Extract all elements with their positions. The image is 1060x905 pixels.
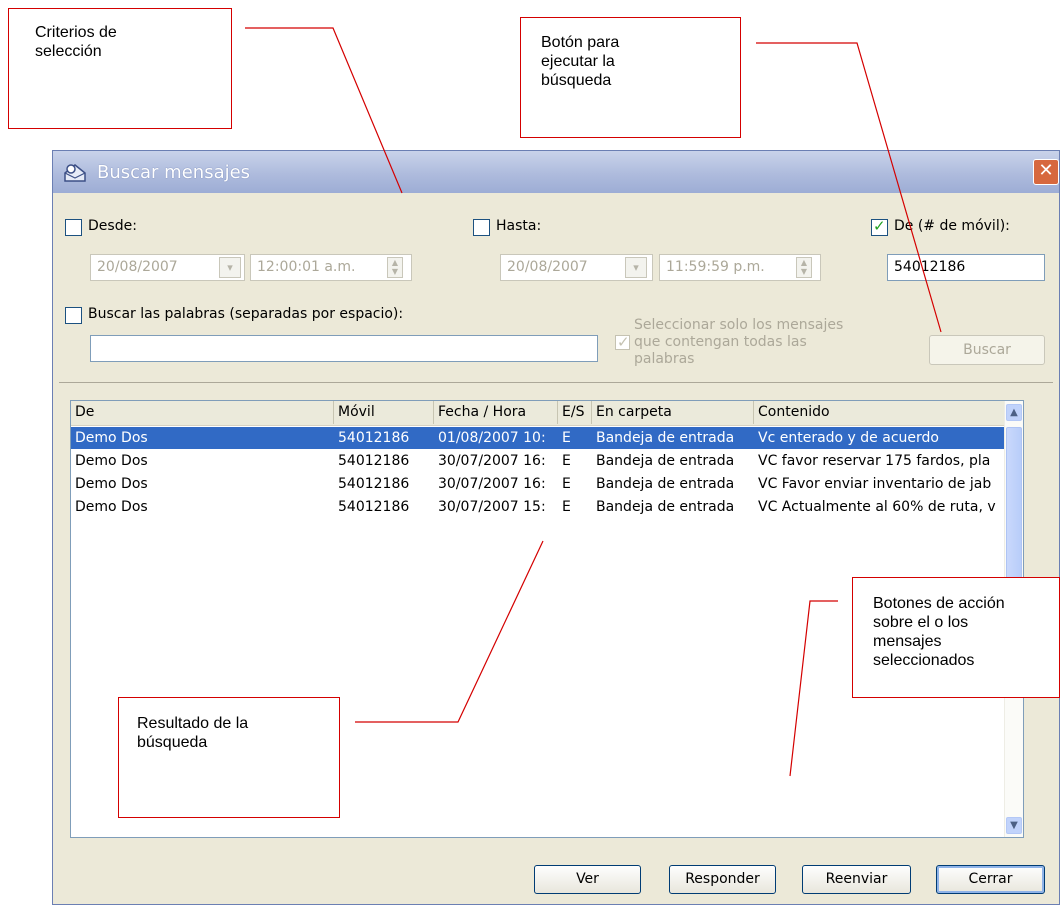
column-header-carpeta[interactable]: En carpeta — [592, 401, 754, 424]
annotation-text: sobre el o los — [873, 614, 969, 631]
scroll-up-icon[interactable]: ▲ — [1006, 404, 1022, 421]
column-header-es[interactable]: E/S — [558, 401, 592, 424]
all-words-label-line3: palabras — [634, 351, 695, 367]
cell-de: Demo Dos — [75, 430, 148, 446]
cell-es: E — [562, 499, 571, 515]
cell-movil: 54012186 — [338, 453, 410, 469]
desde-time-spinner-icon[interactable]: ▲ ▼ — [387, 257, 403, 278]
annotation-text: Botón para — [541, 34, 620, 51]
desde-date-dropdown-icon[interactable]: ▾ — [219, 257, 241, 278]
hasta-label: Hasta: — [496, 218, 542, 234]
cell-de: Demo Dos — [75, 499, 148, 515]
cell-contenido: Vc enterado y de acuerdo — [758, 430, 939, 446]
cell-carpeta: Bandeja de entrada — [596, 430, 735, 446]
scroll-down-icon[interactable]: ▼ — [1006, 817, 1022, 834]
annotation-text: seleccionados — [873, 652, 975, 669]
hasta-checkbox[interactable] — [473, 219, 490, 236]
words-input[interactable] — [90, 335, 598, 362]
cell-fecha: 30/07/2007 16: — [438, 476, 546, 492]
dialog-title: Buscar mensajes — [97, 162, 251, 183]
annotation-text: Criterios de — [35, 24, 117, 41]
cell-contenido: VC Actualmente al 60% de ruta, v — [758, 499, 996, 515]
desde-label: Desde: — [88, 218, 137, 234]
annotation-text: búsqueda — [541, 72, 612, 89]
table-row[interactable]: Demo Dos 54012186 30/07/2007 16: E Bandeja d… — [71, 450, 1005, 472]
de-movil-checkbox[interactable] — [871, 217, 888, 236]
annotation-text: ejecutar la — [541, 53, 615, 70]
cell-fecha: 01/08/2007 10: — [438, 430, 546, 446]
annotation-criteria: Criterios de selección — [8, 8, 232, 129]
annotation-text: Resultado de la — [137, 715, 249, 732]
annotation-text: búsqueda — [137, 734, 208, 751]
all-words-checkbox[interactable] — [615, 333, 630, 351]
column-header-contenido[interactable]: Contenido — [754, 401, 1007, 424]
column-header-de[interactable]: De — [71, 401, 334, 424]
hasta-date-dropdown-icon[interactable]: ▾ — [625, 257, 647, 278]
column-header-fecha[interactable]: Fecha / Hora — [434, 401, 558, 424]
words-checkbox[interactable] — [65, 307, 82, 324]
separator — [59, 382, 1053, 383]
column-header-movil[interactable]: Móvil — [334, 401, 434, 424]
cell-movil: 54012186 — [338, 499, 410, 515]
cell-carpeta: Bandeja de entrada — [596, 476, 735, 492]
table-row[interactable]: Demo Dos 54012186 30/07/2007 16: E Bandeja d… — [71, 473, 1005, 495]
all-words-label-line1: Seleccionar solo los mensajes — [634, 317, 844, 333]
reenviar-button[interactable]: Reenviar — [802, 865, 911, 894]
cell-fecha: 30/07/2007 15: — [438, 499, 546, 515]
cell-es: E — [562, 453, 571, 469]
cell-de: Demo Dos — [75, 453, 148, 469]
cell-carpeta: Bandeja de entrada — [596, 499, 735, 515]
search-button[interactable]: Buscar — [929, 335, 1045, 365]
all-words-label-line2: que contengan todas las — [634, 334, 807, 350]
cell-movil: 54012186 — [338, 476, 410, 492]
desde-checkbox[interactable] — [65, 219, 82, 236]
responder-button[interactable]: Responder — [669, 865, 776, 894]
annotation-search-button: Botón para ejecutar la búsqueda — [520, 17, 741, 138]
cell-movil: 54012186 — [338, 430, 410, 446]
words-label: Buscar las palabras (separadas por espac… — [88, 306, 404, 322]
cell-contenido: VC Favor enviar inventario de jab — [758, 476, 992, 492]
cell-carpeta: Bandeja de entrada — [596, 453, 735, 469]
hasta-time-spinner-icon[interactable]: ▲ ▼ — [796, 257, 812, 278]
annotation-text: selección — [35, 43, 102, 60]
table-row[interactable]: Demo Dos 54012186 01/08/2007 10: E Bandeja d… — [71, 427, 1005, 449]
title-bar: Buscar mensajes ✕ — [53, 151, 1059, 193]
cell-de: Demo Dos — [75, 476, 148, 492]
cell-es: E — [562, 476, 571, 492]
annotation-text: Botones de acción — [873, 595, 1005, 612]
cell-fecha: 30/07/2007 16: — [438, 453, 546, 469]
annotation-actions: Botones de acción sobre el o los mensaje… — [852, 577, 1060, 698]
annotation-text: mensajes — [873, 633, 942, 650]
de-movil-input[interactable]: 54012186 — [887, 254, 1045, 281]
ver-button[interactable]: Ver — [534, 865, 641, 894]
table-row[interactable]: Demo Dos 54012186 30/07/2007 15: E Bandeja d… — [71, 496, 1005, 518]
envelope-search-icon — [63, 161, 87, 187]
close-button[interactable]: ✕ — [1033, 159, 1059, 185]
list-header: De Móvil Fecha / Hora E/S En carpeta Con… — [71, 401, 1005, 426]
annotation-result: Resultado de la búsqueda — [118, 697, 340, 818]
cell-contenido: VC favor reservar 175 fardos, pla — [758, 453, 991, 469]
de-movil-label: De (# de móvil): — [894, 218, 1010, 234]
cell-es: E — [562, 430, 571, 446]
cerrar-button[interactable]: Cerrar — [936, 865, 1045, 894]
